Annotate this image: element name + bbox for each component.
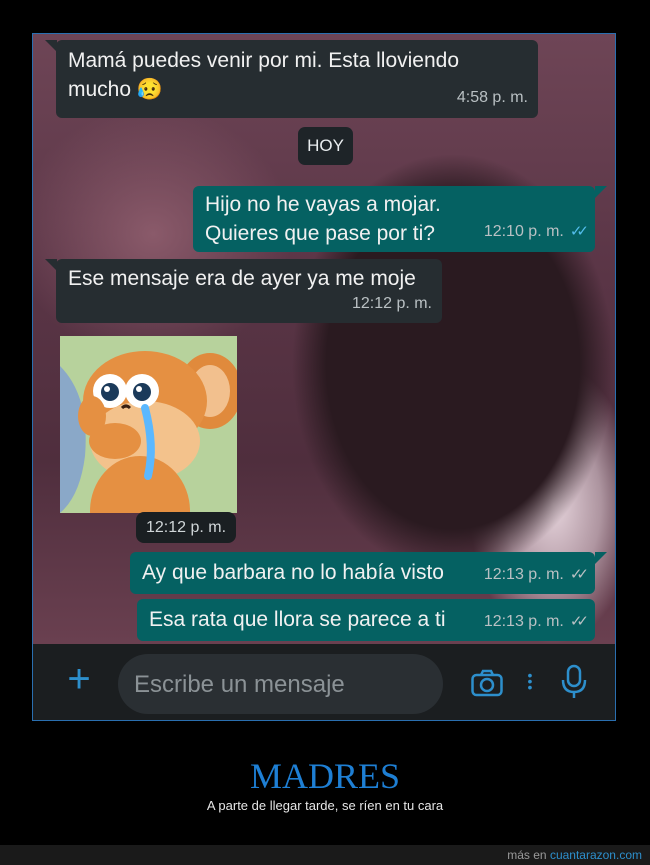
caption-subtitle: A parte de llegar tarde, se ríen en tu c… bbox=[206, 798, 444, 813]
incoming-message[interactable]: Ese mensaje era de ayer ya me moje 12:12… bbox=[56, 259, 442, 323]
outgoing-message[interactable]: Esa rata que llora se parece a ti 12:13 … bbox=[137, 599, 595, 641]
microphone-icon[interactable] bbox=[561, 664, 587, 700]
message-text: Ay que barbara no lo había visto bbox=[142, 561, 444, 584]
outgoing-message[interactable]: Hijo no he vayas a mojar. Quieres que pa… bbox=[193, 186, 595, 252]
bubble-tail bbox=[595, 186, 607, 198]
message-time: 12:12 p. m. bbox=[351, 295, 432, 312]
more-icon[interactable]: • • • bbox=[527, 668, 533, 694]
message-input[interactable]: Escribe un mensaje bbox=[118, 654, 443, 714]
composer-bar: + Escribe un mensaje • • • bbox=[33, 644, 615, 720]
sticker-time: 12:12 p. m. bbox=[136, 512, 236, 543]
chat-screenshot: Mamá puedes venir por mi. Esta lloviendo… bbox=[32, 33, 616, 721]
footer-link[interactable]: cuantarazon.com bbox=[550, 848, 642, 862]
caption-title: MADRES bbox=[249, 756, 401, 796]
sad-emoji-icon: 😥 bbox=[136, 78, 164, 101]
message-text: mucho bbox=[68, 78, 132, 101]
message-time: 12:13 p. m. bbox=[483, 566, 564, 583]
message-time: 12:10 p. m. bbox=[483, 223, 564, 240]
bubble-tail bbox=[595, 552, 607, 564]
message-text: Esa rata que llora se parece a ti bbox=[149, 608, 446, 631]
bubble-tail bbox=[45, 259, 57, 271]
footer-prefix: más en bbox=[507, 848, 550, 862]
sticker-image bbox=[60, 336, 237, 513]
site-footer: más en cuantarazon.com bbox=[0, 845, 650, 865]
incoming-message[interactable]: Mamá puedes venir por mi. Esta lloviendo… bbox=[56, 40, 538, 118]
camera-icon[interactable] bbox=[471, 669, 503, 697]
read-ticks-icon: ✓✓ bbox=[569, 223, 589, 240]
message-time: 4:58 p. m. bbox=[456, 89, 528, 106]
message-text: Mamá puedes venir por mi. Esta lloviendo bbox=[68, 49, 460, 72]
bubble-tail bbox=[45, 40, 57, 52]
delivered-ticks-icon: ✓✓ bbox=[569, 566, 589, 583]
message-time: 12:13 p. m. bbox=[483, 613, 564, 630]
crying-mouse-sticker[interactable] bbox=[60, 336, 237, 513]
plus-icon[interactable]: + bbox=[63, 659, 95, 699]
message-text: Hijo no he vayas a mojar. bbox=[205, 193, 441, 216]
date-separator: HOY bbox=[298, 127, 353, 165]
message-input-placeholder: Escribe un mensaje bbox=[134, 671, 345, 698]
delivered-ticks-icon: ✓✓ bbox=[569, 613, 589, 630]
outgoing-message[interactable]: Ay que barbara no lo había visto 12:13 p… bbox=[130, 552, 595, 594]
